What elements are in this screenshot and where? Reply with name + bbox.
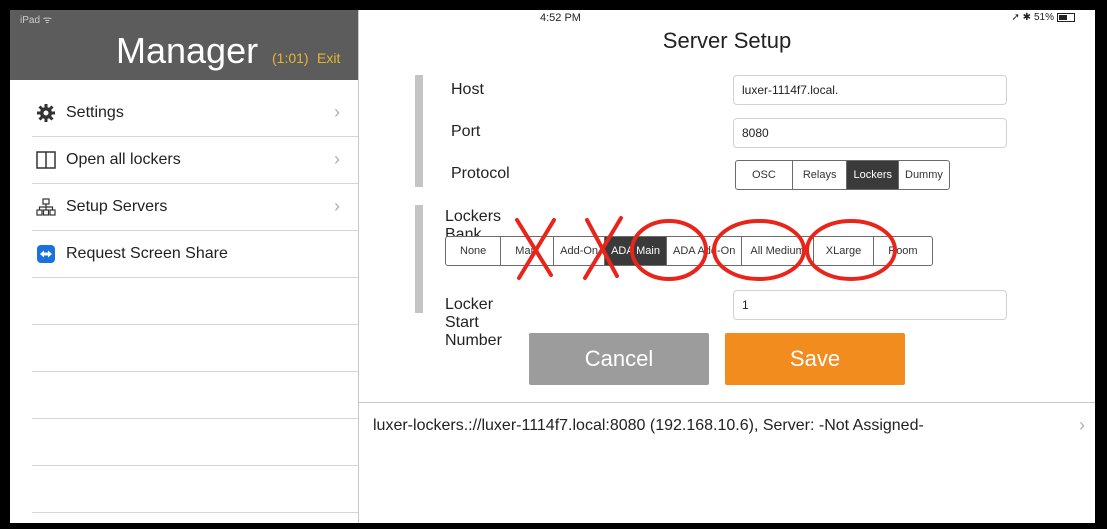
- sidebar-header: Manager (1:01) Exit: [10, 10, 358, 80]
- locker-start-label: Locker Start Number: [445, 296, 502, 349]
- save-button[interactable]: Save: [725, 333, 905, 385]
- status-battery: ➚ ✱ 51%: [1011, 12, 1075, 23]
- session-timer: (1:01): [272, 50, 309, 66]
- locker-icon: [36, 150, 56, 170]
- protocol-option-dummy[interactable]: Dummy: [899, 161, 949, 189]
- bank-option-room[interactable]: Room: [874, 237, 931, 265]
- protocol-segmented-control: OSC Relays Lockers Dummy: [735, 160, 950, 190]
- sidebar: Manager (1:01) Exit Settings › Open all …: [10, 10, 359, 523]
- bank-option-all-medium[interactable]: All Medium: [742, 237, 814, 265]
- bank-option-ada-add-on[interactable]: ADA Add-On: [667, 237, 743, 265]
- chevron-right-icon: ›: [334, 102, 340, 122]
- protocol-option-lockers[interactable]: Lockers: [847, 161, 899, 189]
- host-label: Host: [451, 81, 484, 98]
- bank-option-add-on[interactable]: Add-On: [554, 237, 606, 265]
- empty-row: [32, 278, 358, 325]
- protocol-label: Protocol: [451, 165, 510, 182]
- empty-row: [32, 372, 358, 419]
- cancel-button[interactable]: Cancel: [529, 333, 709, 385]
- locker-start-input[interactable]: 1: [733, 290, 1007, 320]
- lockers-bank-segmented-control: None Main Add-On ADA Main ADA Add-On All…: [445, 236, 933, 266]
- sidebar-item-request-screen-share[interactable]: Request Screen Share: [32, 231, 358, 278]
- ipad-screen: iPad ᯤ 4:52 PM ➚ ✱ 51% Manager (1:01) Ex…: [10, 10, 1095, 523]
- empty-row: [32, 466, 358, 513]
- exit-button[interactable]: Exit: [317, 50, 340, 66]
- bank-option-xlarge[interactable]: XLarge: [814, 237, 875, 265]
- sidebar-item-label: Open all lockers: [66, 151, 181, 168]
- chevron-right-icon: ›: [334, 149, 340, 169]
- sidebar-item-label: Setup Servers: [66, 198, 168, 215]
- port-input[interactable]: 8080: [733, 118, 1007, 148]
- network-icon: [36, 197, 56, 217]
- gear-icon: [36, 103, 56, 123]
- chevron-right-icon: ›: [1079, 415, 1085, 435]
- main-panel: Server Setup Host luxer-1114f7.local. Po…: [359, 10, 1095, 523]
- server-address: luxer-lockers.://luxer-1114f7.local:8080…: [373, 417, 924, 434]
- screen-share-icon: [36, 244, 56, 264]
- bank-option-none[interactable]: None: [446, 237, 502, 265]
- bank-option-ada-main[interactable]: ADA Main: [605, 237, 667, 265]
- port-label: Port: [451, 123, 481, 140]
- app-title: Manager: [116, 30, 259, 71]
- sidebar-item-setup-servers[interactable]: Setup Servers ›: [32, 184, 358, 231]
- sidebar-item-label: Settings: [66, 104, 124, 121]
- protocol-option-relays[interactable]: Relays: [793, 161, 848, 189]
- empty-row: [32, 325, 358, 372]
- status-device: iPad ᯤ: [20, 15, 52, 26]
- sidebar-item-label: Request Screen Share: [66, 245, 228, 262]
- sidebar-item-open-all-lockers[interactable]: Open all lockers ›: [32, 137, 358, 184]
- group-bar: [415, 205, 423, 313]
- server-list-item[interactable]: luxer-lockers.://luxer-1114f7.local:8080…: [359, 402, 1095, 523]
- battery-icon: [1057, 13, 1075, 22]
- sidebar-item-settings[interactable]: Settings ›: [32, 90, 358, 137]
- page-title: Server Setup: [662, 28, 792, 53]
- status-time: 4:52 PM: [540, 12, 581, 24]
- bank-option-main[interactable]: Main: [501, 237, 555, 265]
- sidebar-list: Settings › Open all lockers › Setup Serv…: [10, 90, 358, 513]
- protocol-option-osc[interactable]: OSC: [736, 161, 793, 189]
- empty-row: [32, 419, 358, 466]
- chevron-right-icon: ›: [334, 196, 340, 216]
- host-input[interactable]: luxer-1114f7.local.: [733, 75, 1007, 105]
- group-bar: [415, 75, 423, 187]
